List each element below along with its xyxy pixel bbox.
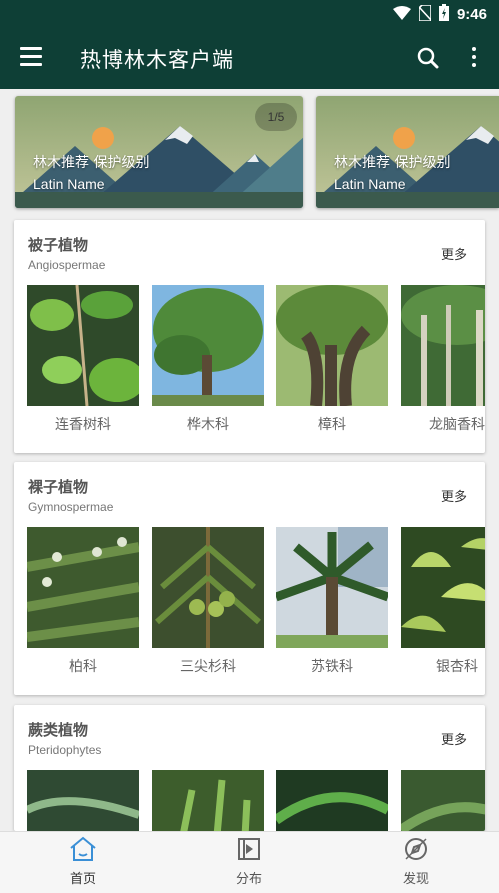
section-subtitle: Pteridophytes xyxy=(28,743,102,757)
home-icon xyxy=(68,836,98,866)
plant-family-label: 银杏科 xyxy=(436,659,478,675)
search-icon[interactable] xyxy=(417,47,439,73)
more-button[interactable]: 更多 xyxy=(441,486,467,505)
plant-family-label: 龙脑香科 xyxy=(429,417,485,433)
compass-icon xyxy=(403,838,429,866)
plant-family-label: 三尖杉科 xyxy=(180,659,236,675)
banner-latin-name: Latin Name xyxy=(334,176,406,192)
menu-icon[interactable] xyxy=(20,47,42,69)
plant-photo xyxy=(276,285,388,406)
nav-tab-label: 分布 xyxy=(235,872,262,887)
plant-family-label: 樟科 xyxy=(318,417,346,433)
banner-card[interactable]: 林木推荐 保护级别 Latin Name xyxy=(316,96,499,208)
plant-photo xyxy=(27,285,139,406)
banner-pager: 1/5 xyxy=(255,103,297,131)
nav-tab-label: 发现 xyxy=(402,872,429,887)
plant-photo xyxy=(276,527,388,648)
section-title: 裸子植物 xyxy=(28,478,89,496)
more-button[interactable]: 更多 xyxy=(441,729,467,748)
plant-family-tile[interactable]: 樟科 xyxy=(276,285,388,433)
status-bar: 9:46 xyxy=(0,0,499,28)
banner-card[interactable]: 1/5 林木推荐 保护级别 Latin Name xyxy=(15,96,303,208)
nav-tab-distribution[interactable]: 分布 xyxy=(209,836,289,887)
nav-tab-home[interactable]: 首页 xyxy=(43,836,123,887)
plant-family-label: 柏科 xyxy=(69,659,97,675)
battery-icon xyxy=(438,4,449,25)
section-title: 蕨类植物 xyxy=(28,721,89,739)
plant-family-tile[interactable]: 柏科 xyxy=(27,527,139,675)
category-card-angiospermae: 被子植物 Angiospermae 更多 连香树科 桦木科 樟科 龙脑香科 xyxy=(14,220,485,453)
plant-family-tile[interactable]: 连香树科 xyxy=(27,285,139,433)
section-title: 被子植物 xyxy=(28,236,89,254)
bottom-navigation: 首页 分布 发现 xyxy=(0,831,499,893)
more-vert-icon[interactable] xyxy=(472,47,476,71)
plant-photo xyxy=(152,770,264,831)
wifi-icon xyxy=(392,5,411,24)
banner-latin-name: Latin Name xyxy=(33,176,105,192)
plant-family-tile[interactable] xyxy=(276,770,388,831)
plant-family-tile[interactable]: 龙脑香科 xyxy=(401,285,485,433)
category-card-gymnospermae: 裸子植物 Gymnospermae 更多 柏科 三尖杉科 苏铁科 银杏科 xyxy=(14,462,485,695)
play-square-icon xyxy=(236,838,262,866)
plant-family-tile[interactable] xyxy=(27,770,139,831)
plant-family-tile[interactable] xyxy=(401,770,485,831)
nav-tab-label: 首页 xyxy=(69,872,96,887)
status-time: 9:46 xyxy=(456,6,487,23)
section-subtitle: Gymnospermae xyxy=(28,500,114,514)
banner-title: 林木推荐 保护级别 xyxy=(334,155,451,171)
plant-family-label: 桦木科 xyxy=(187,417,229,433)
plant-photo xyxy=(27,527,139,648)
plant-photo xyxy=(27,770,139,831)
plant-family-tile[interactable] xyxy=(152,770,264,831)
plant-family-tile[interactable]: 银杏科 xyxy=(401,527,485,675)
plant-family-tile[interactable]: 三尖杉科 xyxy=(152,527,264,675)
no-sim-icon xyxy=(418,3,432,25)
plant-photo xyxy=(401,285,485,406)
more-button[interactable]: 更多 xyxy=(441,244,467,263)
plant-photo xyxy=(152,527,264,648)
plant-photo xyxy=(152,285,264,406)
plant-family-tile[interactable]: 苏铁科 xyxy=(276,527,388,675)
plant-family-tile[interactable]: 桦木科 xyxy=(152,285,264,433)
plant-photo xyxy=(276,770,388,831)
nav-tab-discover[interactable]: 发现 xyxy=(376,836,456,887)
plant-photo xyxy=(401,770,485,831)
plant-family-label: 连香树科 xyxy=(55,417,111,433)
app-title: 热博林木客户端 xyxy=(80,48,234,72)
banner-title: 林木推荐 保护级别 xyxy=(33,155,150,171)
plant-family-label: 苏铁科 xyxy=(311,659,353,675)
category-card-pteridophytes: 蕨类植物 Pteridophytes 更多 xyxy=(14,705,485,831)
section-subtitle: Angiospermae xyxy=(28,258,106,272)
plant-photo xyxy=(401,527,485,648)
app-bar: 热博林木客户端 xyxy=(0,28,499,89)
